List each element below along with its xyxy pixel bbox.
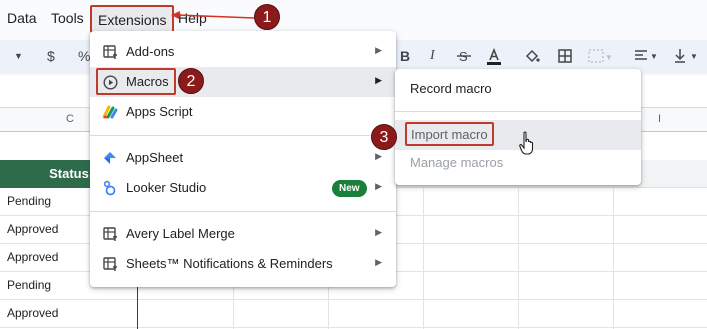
menu-item-add-ons[interactable]: Add-ons ▶ [90, 37, 396, 67]
macros-submenu: Record macro Import macro Manage macros [395, 69, 641, 185]
menu-item-looker-studio[interactable]: Looker Studio New ▶ [90, 173, 396, 203]
status-cell: Approved [7, 306, 59, 320]
menu-item-manage-macros[interactable]: Manage macros [395, 149, 641, 179]
addons-icon [102, 226, 118, 242]
appsheet-icon [102, 150, 118, 166]
currency-format-button[interactable]: $ [47, 48, 55, 64]
menu-divider [90, 135, 396, 136]
submenu-arrow-icon: ▶ [375, 181, 382, 191]
column-divider [613, 188, 614, 329]
menu-item-label: Apps Script [126, 104, 193, 119]
text-color-icon[interactable] [486, 47, 502, 69]
annotation-arrow [171, 11, 255, 19]
menu-item-label: Macros [126, 74, 169, 89]
svg-text:▼: ▼ [605, 53, 612, 62]
status-cell: Pending [7, 278, 52, 292]
addons-icon [102, 256, 118, 272]
submenu-arrow-icon: ▶ [375, 257, 382, 267]
status-cell: Pending [7, 194, 52, 208]
status-cell: Approved [7, 250, 59, 264]
menu-item-label: AppSheet [126, 150, 184, 165]
percent-format-button[interactable]: % [78, 48, 90, 64]
column-i-header[interactable]: I [658, 113, 661, 125]
menu-divider [90, 211, 396, 212]
column-c-header[interactable]: C [66, 113, 74, 125]
menu-item-avery-label-merge[interactable]: Avery Label Merge ▶ [90, 219, 396, 249]
step-marker-2: 2 [178, 68, 204, 94]
looker-studio-icon [102, 180, 118, 196]
menu-item-record-macro[interactable]: Record macro [395, 74, 641, 104]
submenu-arrow-icon: ▶ [375, 151, 382, 161]
svg-text:▼: ▼ [690, 52, 698, 61]
vertical-align-icon[interactable]: ▼ [673, 48, 701, 67]
menu-item-label: Avery Label Merge [126, 226, 235, 241]
hand-cursor-icon [519, 131, 534, 155]
table-row[interactable]: Approved [0, 300, 707, 328]
menu-divider [395, 111, 641, 112]
menu-item-sheets-notifications[interactable]: Sheets™ Notifications & Reminders ▶ [90, 249, 396, 279]
step-marker-1: 1 [254, 4, 280, 30]
horizontal-align-icon[interactable]: ▼ [634, 48, 658, 67]
menu-data[interactable]: Data [7, 10, 37, 26]
menu-item-appsheet[interactable]: AppSheet ▶ [90, 143, 396, 173]
apps-script-icon [102, 104, 118, 120]
merge-cells-icon[interactable]: ▼ [588, 48, 613, 67]
menu-item-apps-script[interactable]: Apps Script [90, 97, 396, 127]
svg-text:▼: ▼ [650, 52, 658, 61]
submenu-arrow-icon: ▶ [375, 75, 382, 85]
menu-item-macros[interactable]: Macros ▶ [90, 67, 396, 97]
new-badge: New [332, 180, 367, 197]
submenu-arrow-icon: ▶ [375, 45, 382, 55]
menu-item-label: Import macro [405, 122, 494, 146]
status-cell: Approved [7, 222, 59, 236]
column-divider [423, 188, 424, 329]
macros-play-icon [102, 74, 118, 90]
menu-item-label: Add-ons [126, 44, 175, 59]
menu-item-label: Record macro [410, 81, 492, 96]
strikethrough-icon[interactable]: S [456, 48, 472, 67]
menu-item-label: Manage macros [410, 155, 504, 170]
menu-extensions[interactable]: Extensions [90, 5, 175, 33]
addons-icon [102, 44, 118, 60]
menu-item-import-macro[interactable]: Import macro [395, 120, 641, 150]
borders-icon[interactable] [557, 48, 573, 67]
extensions-menu: Add-ons ▶ Macros ▶ Apps Script AppSheet … [90, 31, 396, 287]
submenu-arrow-icon: ▶ [375, 227, 382, 237]
dropdown-arrow-icon[interactable]: ▼ [14, 51, 23, 61]
fill-color-icon[interactable] [524, 48, 540, 67]
column-divider [518, 188, 519, 329]
step-marker-3: 3 [371, 124, 397, 150]
italic-button[interactable]: I [430, 48, 435, 64]
menu-tools[interactable]: Tools [51, 10, 84, 26]
menu-item-label: Sheets™ Notifications & Reminders [126, 256, 333, 271]
bold-button[interactable]: B [400, 48, 410, 64]
menu-item-label: Looker Studio [126, 180, 207, 195]
